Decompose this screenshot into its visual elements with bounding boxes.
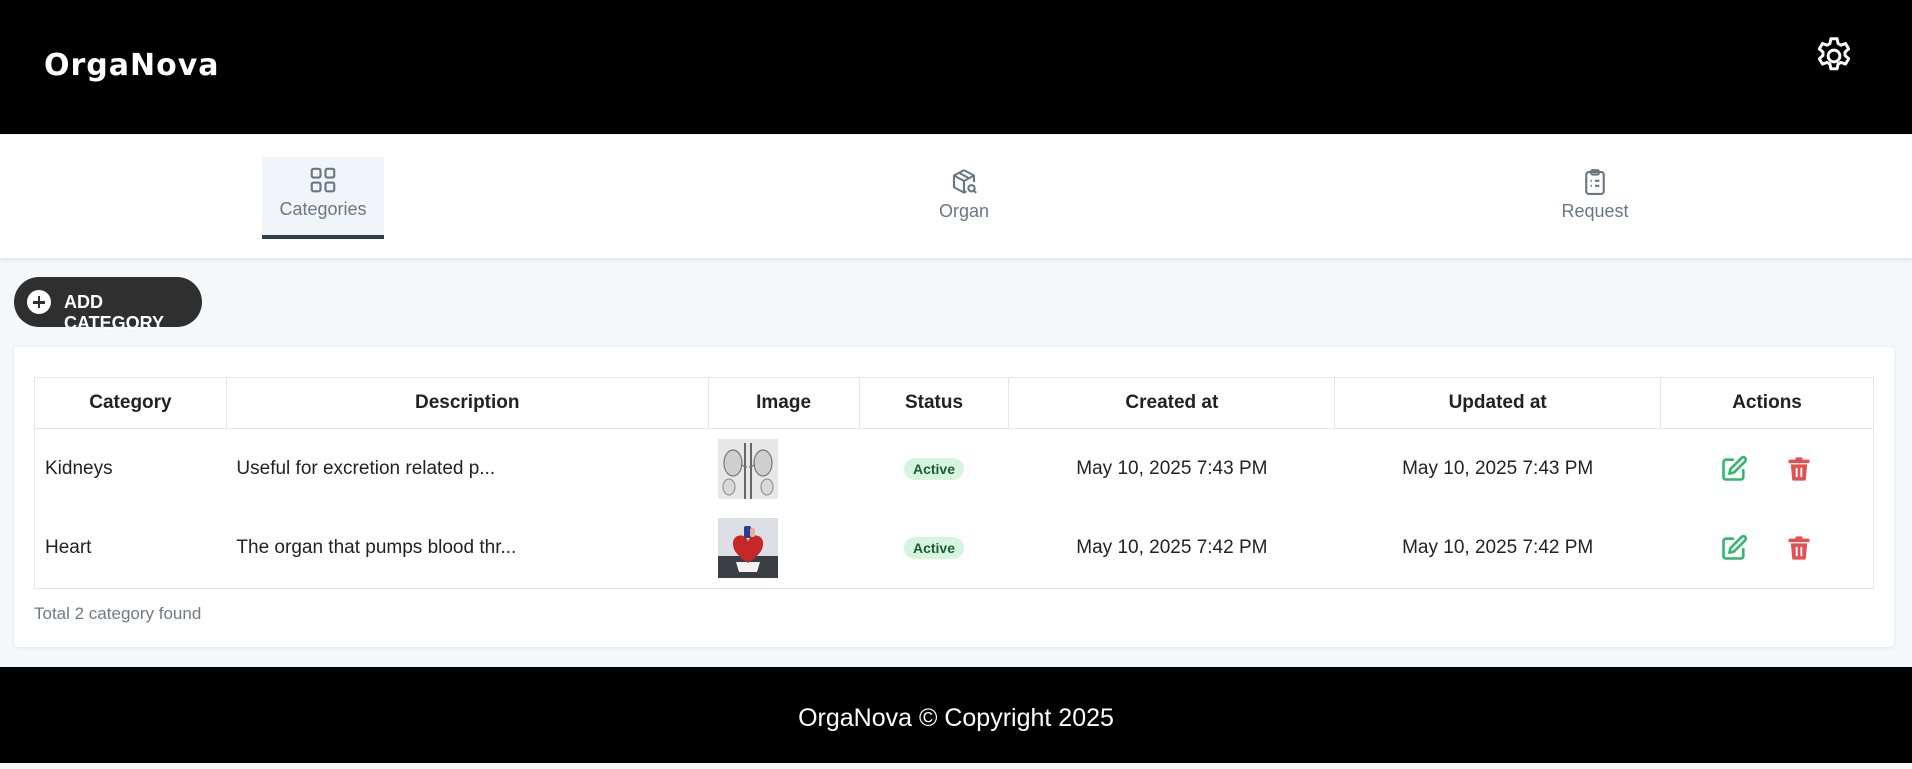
kidneys-thumbnail[interactable] xyxy=(718,438,779,499)
grid-icon xyxy=(308,165,338,195)
column-header[interactable]: Category xyxy=(34,377,227,429)
column-header[interactable]: Updated at xyxy=(1334,377,1662,429)
column-header[interactable]: Status xyxy=(858,377,1010,429)
image-cell xyxy=(708,429,859,509)
page-footer: OrgaNova © Copyright 2025 xyxy=(0,667,1912,763)
table-header-row: Category Description Image Status Create… xyxy=(34,377,1874,429)
brand-logo[interactable]: OrgaNova xyxy=(44,48,220,83)
category-cell: Heart xyxy=(45,537,92,559)
add-category-label: ADD CATEGORY xyxy=(64,292,165,333)
gear-icon[interactable] xyxy=(1812,34,1856,78)
table-row: Kidneys Useful for excretion related p..… xyxy=(35,429,1874,509)
tab-label: Organ xyxy=(938,201,990,221)
column-header: Actions xyxy=(1660,377,1874,429)
status-cell: Active xyxy=(859,509,1009,589)
status-cell: Active xyxy=(859,429,1009,509)
status-badge: Active xyxy=(903,457,965,480)
edit-icon[interactable] xyxy=(1720,534,1748,562)
tab-bar: Categories Organ Request xyxy=(0,135,1912,258)
actions-cell xyxy=(1661,429,1874,509)
trash-icon[interactable] xyxy=(1785,455,1813,483)
description-cell: The organ that pumps blood thr... xyxy=(236,537,517,559)
plus-circle-icon xyxy=(27,290,51,314)
updated-at-cell: May 10, 2025 7:42 PM xyxy=(1402,537,1594,559)
column-header[interactable]: Created at xyxy=(1008,377,1336,429)
created-at-cell: May 10, 2025 7:42 PM xyxy=(1076,537,1268,559)
table-row: Heart The organ that pumps blood thr... xyxy=(35,509,1874,589)
clipboard-list-icon xyxy=(1580,167,1610,197)
edit-icon[interactable] xyxy=(1720,455,1748,483)
total-count-text: Total 2 category found xyxy=(34,604,202,623)
category-cell: Kidneys xyxy=(45,457,113,479)
tab-label: Categories xyxy=(279,199,367,219)
column-header[interactable]: Image xyxy=(707,377,860,429)
categories-table: Category Description Image Status Create… xyxy=(34,377,1874,589)
column-header[interactable]: Description xyxy=(225,377,709,429)
categories-card: Category Description Image Status Create… xyxy=(14,347,1894,647)
created-at-cell: May 10, 2025 7:43 PM xyxy=(1076,457,1268,479)
tab-organ[interactable]: Organ xyxy=(903,157,1025,239)
add-category-button[interactable]: ADD CATEGORY xyxy=(14,277,202,333)
tab-label: Request xyxy=(1561,201,1629,221)
status-badge: Active xyxy=(903,537,965,560)
updated-at-cell: May 10, 2025 7:43 PM xyxy=(1402,457,1594,479)
actions-cell xyxy=(1661,509,1874,589)
tab-categories[interactable]: Categories xyxy=(262,157,384,239)
trash-icon[interactable] xyxy=(1785,534,1813,562)
package-search-icon xyxy=(949,167,979,197)
copyright-text: OrgaNova © Copyright 2025 xyxy=(798,704,1114,732)
description-cell: Useful for excretion related p... xyxy=(236,457,496,479)
tab-request[interactable]: Request xyxy=(1534,157,1656,239)
image-cell xyxy=(708,509,859,589)
heart-thumbnail[interactable] xyxy=(718,518,779,579)
top-navbar: OrgaNova xyxy=(0,0,1912,134)
